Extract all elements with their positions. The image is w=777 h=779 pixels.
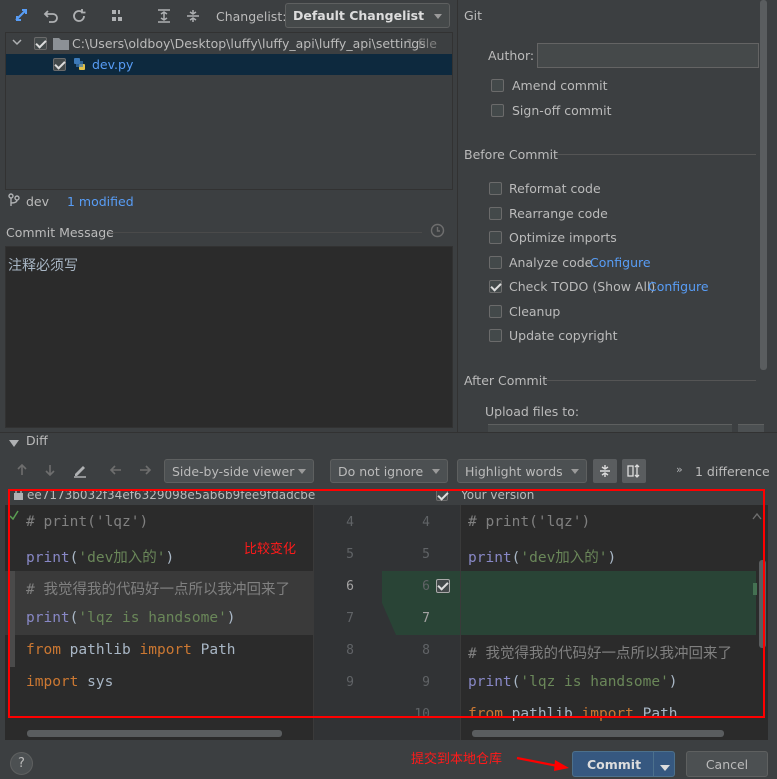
changes-tree: C:\Users\oldboy\Desktop\luffy\luffy_api\…: [5, 32, 453, 190]
upload-target-select[interactable]: [488, 424, 732, 432]
before-commit-option-label[interactable]: Update copyright: [509, 328, 617, 343]
amend-commit-label[interactable]: Amend commit: [512, 78, 608, 93]
changelist-select-value: Default Changelist: [293, 8, 425, 23]
before-commit-configure-link[interactable]: Configure: [590, 255, 651, 270]
chevron-down-icon[interactable]: [12, 36, 22, 50]
diff-annotation-box: [8, 489, 765, 718]
chevron-down-icon: [434, 13, 442, 19]
options-scrollbar[interactable]: [760, 0, 767, 370]
right-h-scrollbar[interactable]: [472, 730, 724, 737]
branch-icon: [8, 193, 20, 210]
help-icon: ?: [18, 756, 25, 771]
diff-annotation-text: 比较变化: [244, 542, 297, 557]
refresh-icon[interactable]: [70, 6, 88, 26]
tree-folder-row[interactable]: C:\Users\oldboy\Desktop\luffy\luffy_api\…: [6, 33, 452, 53]
author-label: Author:: [488, 48, 535, 63]
before-commit-title: Before Commit: [464, 147, 558, 162]
before-commit-option-checkbox[interactable]: [489, 256, 502, 269]
changelist-label: Changelist:: [216, 9, 287, 24]
left-h-scrollbar[interactable]: [27, 730, 282, 737]
python-file-icon: [73, 57, 87, 75]
signoff-commit-label[interactable]: Sign-off commit: [512, 103, 612, 118]
collapse-all-icon[interactable]: [184, 6, 202, 26]
arrow-up-icon[interactable]: [15, 463, 29, 480]
ignore-whitespace-select[interactable]: Do not ignore: [330, 459, 448, 483]
arrow-left-icon[interactable]: [109, 463, 123, 480]
diff-top-border: [0, 432, 777, 433]
commit-message-divider: [110, 232, 422, 233]
chevron-down-icon: [298, 469, 306, 474]
amend-commit-checkbox[interactable]: [491, 79, 504, 92]
group-by-icon[interactable]: [109, 6, 127, 26]
arrow-down-icon[interactable]: [43, 463, 57, 480]
changelist-select[interactable]: Default Changelist: [285, 3, 450, 28]
file-checkbox[interactable]: [53, 58, 66, 71]
commit-message-label: Commit Message: [6, 225, 114, 240]
before-commit-option-checkbox[interactable]: [489, 280, 502, 293]
expand-all-icon[interactable]: [155, 6, 173, 26]
upload-files-label: Upload files to:: [485, 404, 580, 419]
file-name: dev.py: [92, 57, 134, 72]
commit-dropdown-divider: [653, 752, 654, 776]
diff-collapse-icon[interactable]: [9, 437, 19, 451]
before-commit-option-checkbox[interactable]: [489, 329, 502, 342]
commit-annotation-text: 提交到本地仓库: [411, 752, 503, 767]
history-clock-icon[interactable]: [430, 223, 445, 241]
chevron-down-icon: [432, 469, 440, 474]
before-commit-option-checkbox[interactable]: [489, 305, 502, 318]
tree-file-row[interactable]: dev.py: [6, 54, 452, 75]
rollback-icon[interactable]: [42, 6, 60, 26]
before-commit-option-label[interactable]: Reformat code: [509, 181, 601, 196]
author-input[interactable]: [537, 43, 759, 68]
before-commit-configure-link[interactable]: Configure: [648, 279, 709, 294]
folder-path: C:\Users\oldboy\Desktop\luffy\luffy_api\…: [72, 36, 426, 51]
branch-status[interactable]: 1 modified: [67, 194, 134, 209]
before-commit-option-checkbox[interactable]: [489, 182, 502, 195]
cancel-button[interactable]: Cancel: [686, 751, 768, 777]
branch-bar: dev 1 modified: [5, 191, 453, 211]
signoff-commit-checkbox[interactable]: [491, 104, 504, 117]
commit-button[interactable]: Commit: [572, 751, 675, 777]
cancel-button-label: Cancel: [705, 756, 749, 772]
folder-checkbox[interactable]: [34, 37, 47, 50]
before-commit-option-label[interactable]: Optimize imports: [509, 230, 617, 245]
chevron-down-icon: [571, 469, 579, 474]
before-commit-option-label[interactable]: Cleanup: [509, 304, 560, 319]
highlight-words-value: Highlight words: [465, 463, 563, 479]
viewer-mode-select[interactable]: Side-by-side viewer: [164, 459, 314, 483]
edit-source-icon[interactable]: [72, 462, 88, 481]
folder-icon: [53, 37, 69, 53]
diff-title[interactable]: Diff: [26, 433, 48, 448]
commit-message-input[interactable]: 注释必须写: [5, 246, 453, 428]
collapse-unchanged-icon[interactable]: [593, 459, 617, 483]
after-commit-divider: [546, 380, 756, 381]
help-button[interactable]: ?: [10, 752, 33, 775]
highlight-words-select[interactable]: Highlight words: [457, 459, 587, 483]
branch-name[interactable]: dev: [26, 194, 49, 209]
viewer-mode-value: Side-by-side viewer: [172, 463, 295, 479]
after-commit-title: After Commit: [464, 373, 548, 388]
commit-button-label: Commit: [587, 757, 642, 772]
before-commit-option-checkbox[interactable]: [489, 207, 502, 220]
folder-file-count: 1 file: [406, 36, 437, 51]
difference-count: 1 difference: [695, 464, 770, 479]
more-actions-icon[interactable]: »: [676, 463, 683, 476]
red-arrow-icon: [515, 754, 573, 775]
before-commit-divider: [556, 154, 756, 155]
upload-config-button[interactable]: [738, 424, 764, 432]
ignore-whitespace-value: Do not ignore: [338, 463, 424, 479]
sync-scroll-icon[interactable]: [622, 459, 646, 483]
diff-arrows-icon[interactable]: [13, 6, 31, 26]
before-commit-option-label[interactable]: Analyze code: [509, 255, 592, 270]
commit-message-text: 注释必须写: [8, 258, 78, 274]
before-commit-option-label[interactable]: Check TODO (Show All): [509, 279, 655, 294]
before-commit-option-label[interactable]: Rearrange code: [509, 206, 608, 221]
commit-dropdown-icon[interactable]: [660, 761, 670, 775]
before-commit-option-checkbox[interactable]: [489, 231, 502, 244]
git-section-title: Git: [464, 8, 483, 23]
top-toolbar: Changelist: Default Changelist: [0, 0, 458, 32]
arrow-right-icon[interactable]: [138, 463, 152, 480]
